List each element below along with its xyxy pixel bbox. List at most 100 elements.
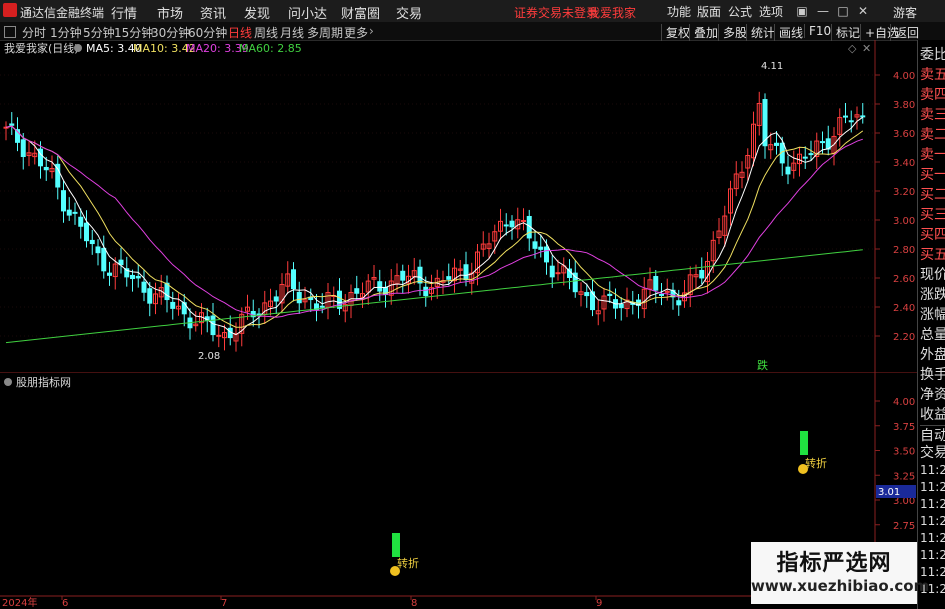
candle-body — [78, 216, 84, 227]
period-weekly[interactable]: 周线 — [254, 24, 278, 41]
y-tick-label: 2.40 — [893, 303, 915, 314]
stock-title: 我爱我家(日线) — [4, 41, 79, 55]
y-tick-label: 2.60 — [893, 274, 915, 285]
panel-label: 委比 — [920, 47, 945, 63]
y-tick-label: 3.25 — [893, 471, 915, 482]
menu-faxian[interactable]: 发现 — [244, 3, 270, 22]
candle-body — [95, 246, 101, 254]
candle-body — [72, 211, 78, 214]
watermark-title: 指标严选网 — [776, 551, 892, 576]
tool-fuquan[interactable]: 复权 — [661, 24, 690, 41]
legend-toggle-icon[interactable] — [74, 44, 82, 52]
period-1min[interactable]: 1分钟 — [50, 24, 82, 41]
panel-label: 卖一 — [920, 147, 945, 163]
minimize-icon[interactable]: — — [815, 3, 831, 19]
candle-body — [860, 115, 866, 118]
candle-body — [61, 190, 66, 212]
guest-label[interactable]: 游客 — [893, 4, 917, 21]
maximize-icon[interactable]: □ — [835, 3, 851, 19]
candle-body — [509, 220, 515, 228]
candle-body — [400, 270, 406, 281]
tool-tongji[interactable]: 统计 — [746, 24, 775, 41]
ma5-line — [5, 116, 864, 336]
candle-body — [544, 246, 549, 263]
panel-label: 买四 — [920, 227, 945, 243]
panel-label: 换手 — [920, 367, 945, 383]
user-link[interactable]: 我爱我家 — [588, 4, 636, 21]
menu-zixun[interactable]: 资讯 — [200, 3, 226, 22]
candle-body — [273, 296, 279, 302]
candle-body — [354, 288, 360, 294]
lock-icon[interactable]: ▣ — [794, 3, 810, 19]
trade-time: 11:28 — [920, 497, 945, 511]
login-warning[interactable]: 证券交易未登录 — [514, 4, 598, 21]
auto-trade-label[interactable]: 交易 — [920, 443, 945, 463]
y-tick-label: 3.60 — [893, 129, 915, 140]
panel-label: 涨跌 — [920, 287, 945, 303]
panel-label: 卖二 — [920, 127, 945, 143]
candlestick-chart[interactable]: 4.00 3.80 3.60 3.40 3.20 3.00 2.80 2.60 2.40 2.20… — [0, 40, 917, 373]
x-axis-label: 2024年 — [2, 596, 37, 609]
panel-label: 总量 — [920, 327, 945, 343]
period-more[interactable]: 更多 — [344, 24, 368, 41]
trade-time: 11:28 — [920, 463, 945, 477]
sub-legend-toggle-icon[interactable] — [4, 378, 12, 386]
high-price-label: 4.11 — [761, 61, 783, 72]
candle-body — [659, 293, 664, 296]
candle-body — [446, 276, 452, 280]
menu-hangqing[interactable]: 行情 — [111, 3, 137, 22]
main-y-axis: 4.00 3.80 3.60 3.40 3.20 3.00 2.80 2.60 2.40 2.20 — [875, 71, 915, 343]
y-tick-label: 4.00 — [893, 71, 915, 82]
menu-banmian[interactable]: 版面 — [697, 3, 721, 20]
panel-label: 涨幅 — [920, 307, 945, 323]
period-daily[interactable]: 日线 — [228, 24, 252, 41]
tool-duogu[interactable]: 多股 — [718, 24, 747, 41]
menu-gongshi[interactable]: 公式 — [728, 3, 752, 20]
period-60min[interactable]: 60分钟 — [188, 24, 227, 41]
x-axis-label: 8 — [411, 598, 417, 609]
period-monthly[interactable]: 月线 — [280, 24, 304, 41]
period-fenshi[interactable]: 分时 — [22, 24, 46, 41]
menu-wenxiaoda[interactable]: 问小达 — [288, 3, 327, 22]
candle-body — [9, 123, 15, 126]
candle-body — [774, 142, 779, 146]
panel-label: 收益 — [920, 407, 945, 423]
tool-biaoji[interactable]: 标记 — [831, 24, 860, 41]
candle-body — [463, 264, 469, 281]
menu-gongneng[interactable]: 功能 — [667, 3, 691, 20]
moving-average-lines — [5, 116, 864, 344]
candle-body — [216, 334, 222, 337]
period-toolbar: 分时 1分钟 5分钟 15分钟 30分钟 60分钟 日线 周线 月线 多周期 更… — [0, 22, 945, 41]
panel-label: 买三 — [920, 207, 945, 223]
candle-body — [607, 293, 613, 297]
tool-f10[interactable]: F10 — [804, 24, 831, 38]
trade-time: 11:28 — [920, 514, 945, 528]
period-5min[interactable]: 5分钟 — [83, 24, 115, 41]
close-panel-icon[interactable]: ✕ — [862, 42, 871, 55]
more-chevron-icon[interactable]: › — [369, 24, 374, 38]
tool-diejia[interactable]: 叠加 — [689, 24, 718, 41]
candlesticks — [3, 91, 866, 352]
settings-diamond-icon[interactable]: ◇ — [848, 42, 857, 55]
trade-time: 11:29 — [920, 531, 945, 545]
tool-back[interactable]: 返回 — [890, 24, 919, 41]
period-multi[interactable]: 多周期 — [307, 24, 343, 41]
layout-toggle-icon[interactable] — [4, 26, 16, 38]
panel-label: 卖三 — [920, 107, 945, 123]
y-tick-label: 3.50 — [893, 447, 915, 458]
tool-huaxian[interactable]: 画线 — [774, 24, 803, 41]
y-tick-label: 4.00 — [893, 397, 915, 408]
menu-xuanxiang[interactable]: 选项 — [759, 3, 783, 20]
candle-body — [141, 281, 147, 293]
y-tick-label: 3.80 — [893, 100, 915, 111]
indicator-name: 股朋指标网 — [16, 375, 71, 389]
current-value: 3.01 — [878, 487, 900, 498]
watermark-banner: 指标严选网 www.xuezhibiao.com — [751, 542, 929, 604]
period-30min[interactable]: 30分钟 — [151, 24, 190, 41]
menu-caifuquan[interactable]: 财富圈 — [341, 3, 380, 22]
period-15min[interactable]: 15分钟 — [114, 24, 153, 41]
menu-jiaoyi[interactable]: 交易 — [396, 3, 422, 22]
close-icon[interactable]: ✕ — [855, 3, 871, 19]
candle-body — [210, 315, 216, 336]
menu-shichang[interactable]: 市场 — [157, 3, 183, 22]
